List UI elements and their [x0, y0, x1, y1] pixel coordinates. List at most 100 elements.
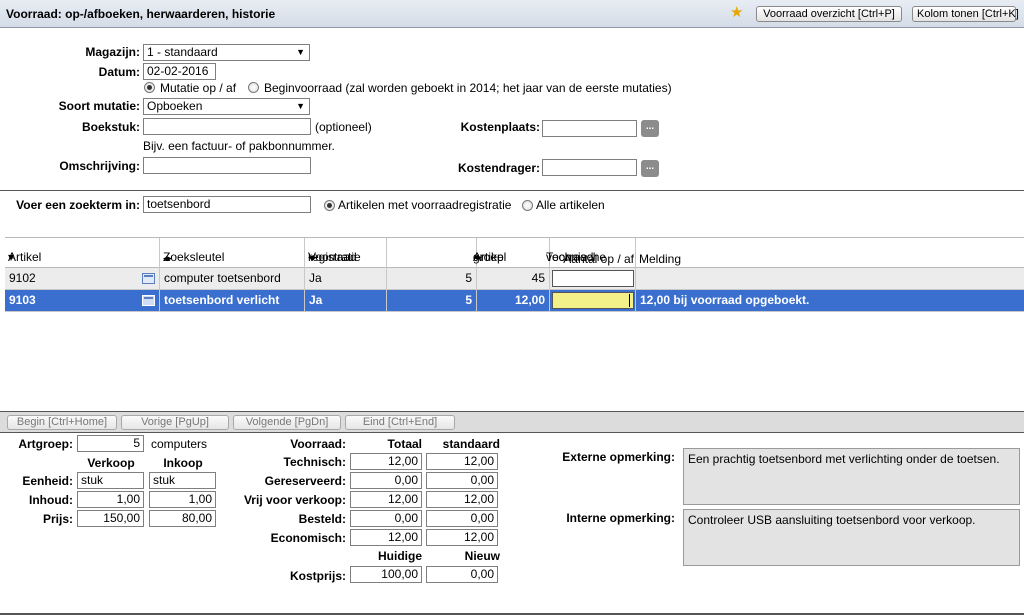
technisch-totaal: 12,00: [350, 453, 422, 470]
kostprijs-nieuw-input[interactable]: 0,00: [426, 566, 498, 583]
vrij-voor-verkoop-label: Vrij voor verkoop:: [243, 493, 346, 507]
soort-mutatie-label: Soort mutatie:: [58, 99, 140, 113]
standaard-header: standaard: [442, 437, 500, 451]
search-label: Voer een zoekterm in:: [16, 198, 140, 212]
artgroep-name: computers: [151, 437, 208, 451]
technisch-standaard: 12,00: [426, 453, 498, 470]
chevron-down-icon: ▼: [296, 101, 305, 111]
interne-opmerking-label: Interne opmerking:: [566, 511, 675, 525]
table-row-selected[interactable]: 9103 toetsenbord verlicht Ja 5 12,00 12,…: [5, 290, 1024, 312]
next-button[interactable]: Volgende [PgDn]: [233, 415, 341, 430]
inhoud-inkoop-input[interactable]: 1,00: [149, 491, 216, 508]
vrij-voor-verkoop-standaard: 12,00: [426, 491, 498, 508]
search-input[interactable]: toetsenbord: [143, 196, 311, 213]
boekstuk-label: Boekstuk:: [81, 120, 140, 134]
economisch-standaard: 12,00: [426, 529, 498, 546]
cell-groep: 5: [387, 268, 477, 289]
eenheid-verkoop-input[interactable]: stuk: [77, 472, 144, 489]
col-melding[interactable]: Melding: [636, 238, 1024, 268]
col-zoeksleutel[interactable]: Zoeksleutel ◂▸: [160, 238, 305, 268]
boekstuk-help: Bijv. een factuur- of pakbonnummer.: [143, 139, 335, 153]
cell-zoeksleutel: computer toetsenbord: [160, 268, 305, 289]
cell-zoeksleutel: toetsenbord verlicht: [160, 290, 305, 311]
eenheid-inkoop-input[interactable]: stuk: [149, 472, 216, 489]
col-melding-label: Melding: [639, 252, 682, 266]
text-cursor: [629, 294, 630, 307]
show-column-button[interactable]: Kolom tonen [Ctrl+K]: [912, 6, 1019, 22]
article-card-icon[interactable]: [142, 273, 155, 284]
nieuw-header: Nieuw: [464, 549, 500, 563]
cell-aantal: [550, 268, 636, 289]
title-bar: Voorraad: op-/afboeken, herwaarderen, hi…: [0, 0, 1024, 28]
begin-button[interactable]: Begin [Ctrl+Home]: [7, 415, 117, 430]
prijs-verkoop-input[interactable]: 150,00: [77, 510, 144, 527]
article-card-icon[interactable]: [142, 295, 155, 306]
kostendrager-lookup-button[interactable]: ...: [641, 160, 659, 177]
magazijn-select[interactable]: 1 - standaard ▼: [143, 44, 310, 61]
all-articles-radio[interactable]: [522, 200, 533, 211]
aantal-input[interactable]: [552, 270, 634, 287]
inkoop-header: Inkoop: [163, 456, 203, 470]
kostendrager-input[interactable]: [542, 159, 637, 176]
artgroep-input[interactable]: 5: [77, 435, 144, 452]
huidige-header: Huidige: [378, 549, 422, 563]
externe-opmerking-label: Externe opmerking:: [562, 450, 675, 464]
interne-opmerking-field[interactable]: Controleer USB aansluiting toetsenbord v…: [683, 509, 1020, 566]
table-row[interactable]: 9102 computer toetsenbord Ja 5 45: [5, 268, 1024, 290]
col-zoeksleutel-label: Zoeksleutel: [163, 250, 225, 264]
eenheid-label: Eenheid:: [22, 474, 73, 488]
navigation-bar: Begin [Ctrl+Home] Vorige [PgUp] Volgende…: [0, 411, 1024, 433]
cell-registratie: Ja: [305, 268, 387, 289]
registered-articles-label: Artikelen met voorraadregistratie: [338, 198, 512, 212]
datum-input[interactable]: 02-02-2016: [143, 63, 216, 80]
mutatie-radio[interactable]: [144, 82, 155, 93]
col-aantal-label: Aantal op / af: [563, 252, 634, 266]
externe-opmerking-field[interactable]: Een prachtig toetsenbord met verlichting…: [683, 448, 1020, 505]
previous-button[interactable]: Vorige [PgUp]: [121, 415, 229, 430]
registered-articles-radio[interactable]: [324, 200, 335, 211]
sort-icon: ◂▸: [163, 253, 173, 263]
gereserveerd-label: Gereserveerd:: [264, 474, 346, 488]
cell-voorraad: 45: [477, 268, 550, 289]
voorraad-label: Voorraad:: [290, 437, 346, 451]
artgroep-label: Artgroep:: [18, 437, 73, 451]
inhoud-label: Inhoud:: [29, 493, 73, 507]
beginvoorraad-radio[interactable]: [248, 82, 259, 93]
col-technische-voorraad[interactable]: Technische voorraad: [477, 238, 606, 268]
page-title: Voorraad: op-/afboeken, herwaarderen, hi…: [6, 7, 276, 21]
cell-registratie: Ja: [305, 290, 387, 311]
grid-header: Artikel ▾ Zoeksleutel ◂▸ Voorraad registr…: [5, 237, 1024, 268]
kostprijs-label: Kostprijs:: [289, 569, 346, 583]
sort-icon: ◂▸: [308, 252, 318, 262]
col-aantal[interactable]: Aantal op / af: [550, 238, 636, 268]
verkoop-header: Verkoop: [87, 456, 135, 470]
kostenplaats-lookup-button[interactable]: ...: [641, 120, 659, 137]
magazijn-label: Magazijn:: [85, 45, 140, 59]
col-artikel[interactable]: Artikel ▾: [5, 238, 160, 268]
magazijn-value: 1 - standaard: [147, 45, 218, 59]
col-artikelgroep[interactable]: Artikel groep ◂▸: [387, 238, 506, 268]
end-button[interactable]: Eind [Ctrl+End]: [345, 415, 455, 430]
divider: [0, 190, 1024, 191]
gereserveerd-standaard: 0,00: [426, 472, 498, 489]
besteld-label: Besteld:: [298, 512, 346, 526]
economisch-label: Economisch:: [270, 531, 346, 545]
cell-voorraad: 12,00: [477, 290, 550, 311]
omschrijving-label: Omschrijving:: [59, 159, 140, 173]
aantal-input-active[interactable]: [552, 292, 634, 309]
cell-artikel: 9102: [5, 268, 160, 289]
besteld-standaard: 0,00: [426, 510, 498, 527]
besteld-totaal: 0,00: [350, 510, 422, 527]
favorite-star-icon[interactable]: ★: [730, 5, 743, 21]
prijs-label: Prijs:: [42, 512, 73, 526]
stock-overview-button[interactable]: Voorraad overzicht [Ctrl+P]: [756, 6, 902, 22]
boekstuk-input[interactable]: [143, 118, 311, 135]
soort-mutatie-select[interactable]: Opboeken ▼: [143, 98, 310, 115]
inhoud-verkoop-input[interactable]: 1,00: [77, 491, 144, 508]
cell-aantal: [550, 290, 636, 311]
cell-melding: [636, 268, 1024, 289]
prijs-inkoop-input[interactable]: 80,00: [149, 510, 216, 527]
col-voorraadregistratie[interactable]: Voorraad registratie ◂▸: [305, 238, 387, 268]
omschrijving-input[interactable]: [143, 157, 311, 174]
kostenplaats-input[interactable]: [542, 120, 637, 137]
